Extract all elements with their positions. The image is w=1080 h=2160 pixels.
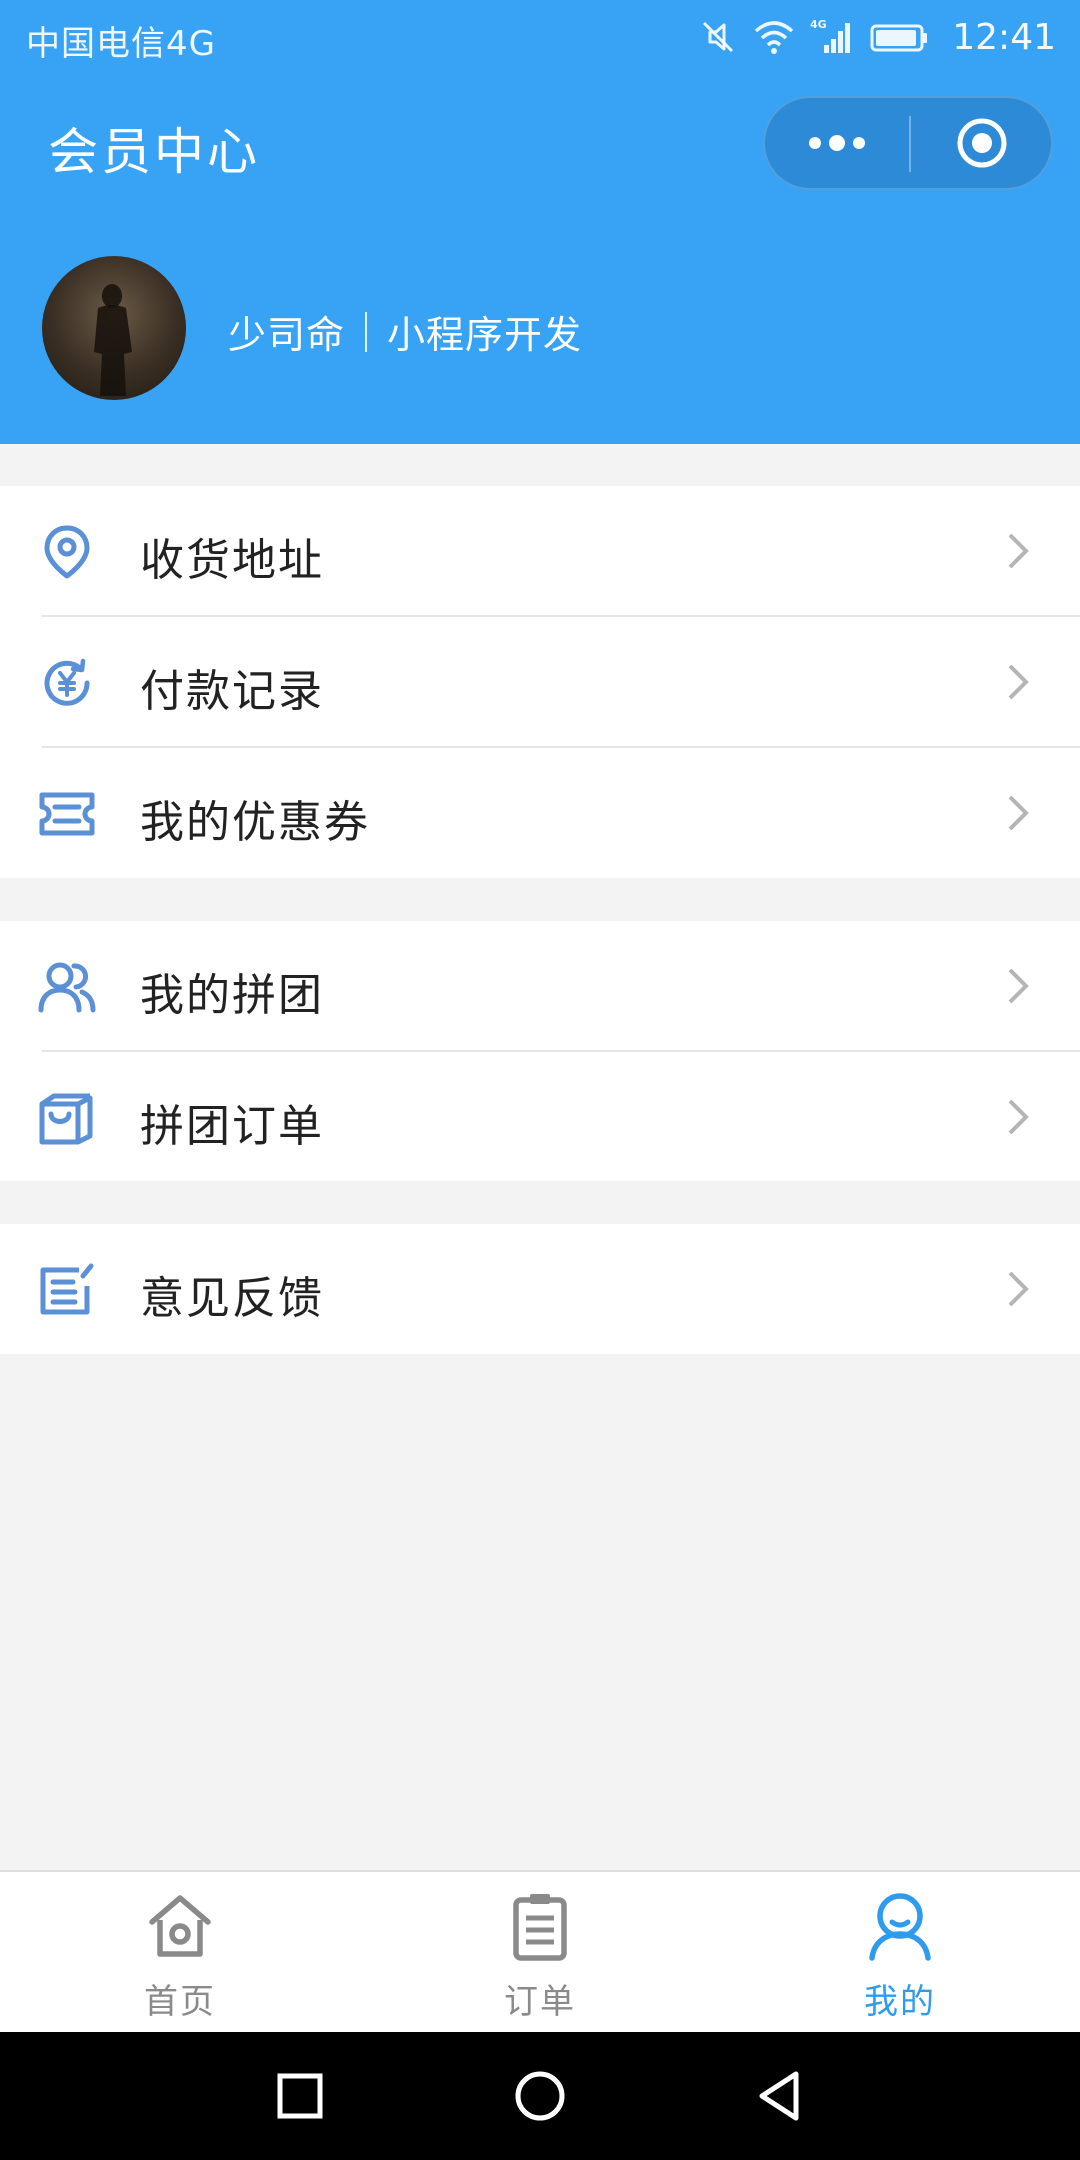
target-close-icon bbox=[957, 118, 1007, 168]
tab-label: 我的 bbox=[864, 1982, 936, 2022]
tab-mine[interactable]: 我的 bbox=[800, 1872, 1000, 2032]
menu-label: 付款记录 bbox=[140, 666, 324, 717]
mini-program-capsule bbox=[763, 96, 1053, 190]
profile-info: 少司命 小程序开发 bbox=[228, 304, 582, 359]
menu-item-address[interactable]: 收货地址 bbox=[0, 486, 1080, 617]
header: 中国电信4G 4G 12:41 会员中心 少司命 小程序开发 bbox=[0, 0, 1080, 444]
wifi-icon bbox=[752, 17, 796, 57]
menu-label: 意见反馈 bbox=[140, 1273, 324, 1324]
system-navigation-bar bbox=[0, 2032, 1080, 2160]
chevron-right-icon bbox=[1008, 795, 1029, 831]
avatar-silhouette bbox=[94, 284, 132, 396]
menu-item-feedback[interactable]: 意见反馈 bbox=[0, 1224, 1080, 1355]
menu-item-group-orders[interactable]: 拼团订单 bbox=[0, 1052, 1080, 1183]
menu-item-coupons[interactable]: 我的优惠券 bbox=[0, 748, 1080, 879]
location-pin-icon bbox=[38, 523, 96, 581]
more-dots-icon bbox=[809, 135, 865, 151]
profile-name: 少司命 bbox=[228, 313, 346, 357]
menu-label: 收货地址 bbox=[140, 535, 324, 586]
tab-label: 订单 bbox=[504, 1982, 576, 2022]
chevron-right-icon bbox=[1008, 1271, 1029, 1307]
menu-label: 我的拼团 bbox=[140, 970, 324, 1021]
tab-orders[interactable]: 订单 bbox=[440, 1872, 640, 2032]
tab-label: 首页 bbox=[144, 1982, 216, 2022]
recents-square-icon[interactable] bbox=[266, 2062, 334, 2130]
menu-label: 我的优惠券 bbox=[140, 797, 370, 848]
status-icons: 4G 12:41 bbox=[698, 10, 1056, 64]
battery-icon bbox=[870, 17, 930, 57]
network-badge: 4G bbox=[810, 18, 827, 31]
tab-bar: 首页 订单 我的 bbox=[0, 1870, 1080, 2032]
page-title: 会员中心 bbox=[48, 123, 260, 181]
tab-home[interactable]: 首页 bbox=[80, 1872, 280, 2032]
more-button[interactable] bbox=[765, 98, 909, 188]
home-circle-icon[interactable] bbox=[506, 2062, 574, 2130]
profile-separator bbox=[365, 311, 368, 352]
home-icon bbox=[149, 1895, 211, 1957]
menu-group-account: 收货地址 付款记录 我的优惠券 bbox=[0, 486, 1080, 878]
carrier-name: 中国电信4G bbox=[26, 24, 216, 64]
clipboard-icon bbox=[513, 1894, 567, 1961]
mute-icon bbox=[698, 17, 738, 57]
chevron-right-icon bbox=[1008, 1099, 1029, 1135]
feedback-edit-icon bbox=[38, 1261, 96, 1319]
menu-group-feedback: 意见反馈 bbox=[0, 1224, 1080, 1354]
shopping-bag-icon bbox=[38, 1089, 96, 1147]
profile-section: 少司命 小程序开发 bbox=[0, 256, 1080, 406]
close-button[interactable] bbox=[911, 98, 1053, 188]
coupon-ticket-icon bbox=[38, 785, 96, 843]
payment-yen-icon bbox=[38, 654, 96, 712]
menu-label: 拼团订单 bbox=[140, 1101, 324, 1152]
chevron-right-icon bbox=[1008, 533, 1029, 569]
avatar[interactable] bbox=[42, 256, 186, 400]
chevron-right-icon bbox=[1008, 664, 1029, 700]
user-icon bbox=[869, 1893, 931, 1961]
status-bar: 中国电信4G 4G 12:41 bbox=[0, 0, 1080, 74]
back-triangle-icon[interactable] bbox=[746, 2062, 814, 2130]
menu-item-payment-records[interactable]: 付款记录 bbox=[0, 617, 1080, 748]
profile-subtitle: 小程序开发 bbox=[387, 313, 583, 357]
clock: 12:41 bbox=[952, 16, 1056, 58]
menu-item-my-groups[interactable]: 我的拼团 bbox=[0, 921, 1080, 1052]
group-users-icon bbox=[38, 958, 96, 1016]
chevron-right-icon bbox=[1008, 968, 1029, 1004]
menu-group-groupbuy: 我的拼团 拼团订单 bbox=[0, 921, 1080, 1181]
signal-icon: 4G bbox=[810, 17, 856, 57]
